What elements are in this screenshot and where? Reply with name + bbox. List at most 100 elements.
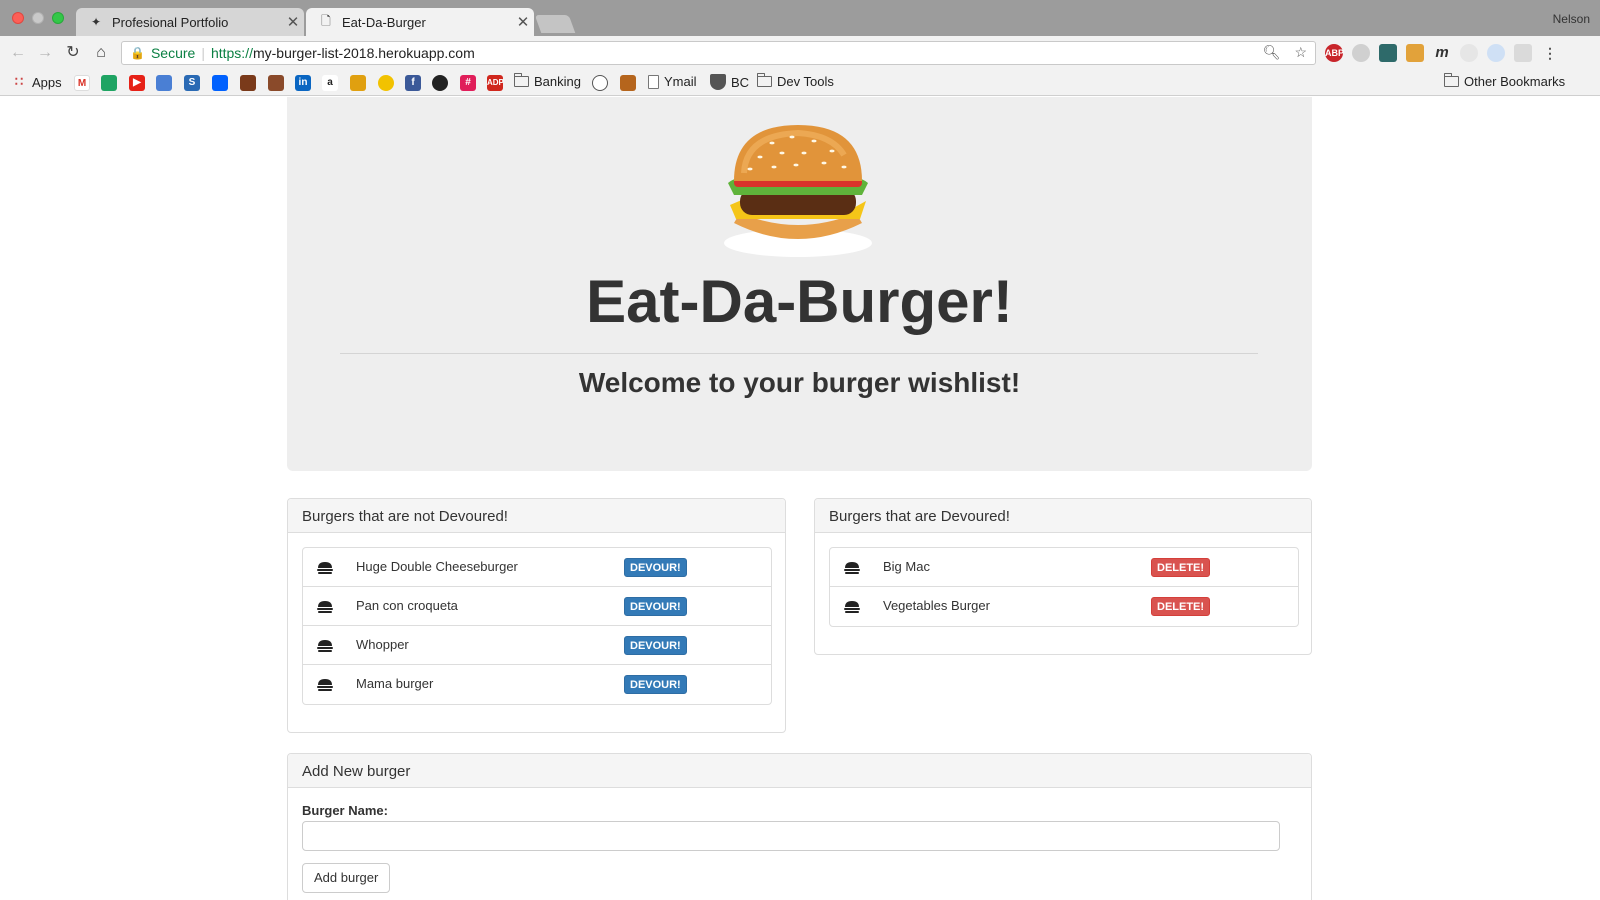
tab-title: Eat-Da-Burger — [342, 14, 426, 30]
list-item: Mama burger DEVOUR! — [303, 665, 771, 704]
bookmark-bc[interactable]: BC — [710, 74, 749, 90]
jumbotron: Eat-Da-Burger! Welcome to your burger wi… — [287, 97, 1312, 471]
burger-icon — [317, 639, 333, 657]
bookmark-icon[interactable] — [268, 75, 284, 91]
back-arrow-icon[interactable]: ← — [8, 43, 28, 63]
window-maximize-button[interactable] — [52, 12, 64, 24]
bookmark-label: Dev Tools — [777, 74, 834, 89]
devour-button[interactable]: DEVOUR! — [624, 675, 687, 694]
slack-icon[interactable]: # — [460, 75, 476, 91]
adp-icon[interactable]: ADP — [487, 75, 504, 91]
add-burger-panel: Add New burger Burger Name: Add burger — [287, 753, 1312, 900]
burger-name: Whopper — [356, 637, 409, 652]
tab-title: Profesional Portfolio — [112, 14, 229, 30]
bookmark-label: Apps — [32, 74, 62, 90]
bookmark-other-bookmarks[interactable]: Other Bookmarks — [1443, 73, 1565, 89]
window-minimize-button[interactable] — [32, 12, 44, 24]
bookmark-icon[interactable] — [378, 75, 394, 91]
devour-button[interactable]: DEVOUR! — [624, 558, 687, 577]
new-tab-button[interactable] — [534, 15, 576, 33]
extension-icon[interactable] — [1460, 44, 1478, 62]
panel-heading: Burgers that are Devoured! — [815, 499, 1311, 533]
address-separator: | — [201, 45, 205, 61]
speedometer-icon[interactable] — [592, 75, 608, 91]
google-drive-icon[interactable] — [101, 75, 117, 91]
folder-icon — [1443, 73, 1459, 87]
burger-icon — [844, 561, 860, 579]
secure-label: Secure — [150, 45, 196, 61]
dropbox-icon[interactable] — [212, 75, 228, 91]
gmail-icon[interactable]: M — [74, 75, 90, 91]
burger-name: Mama burger — [356, 676, 434, 691]
list-item: Big Mac DELETE! — [830, 548, 1298, 587]
burger-icon — [317, 600, 333, 618]
youtube-icon[interactable]: ▶ — [129, 75, 145, 91]
extension-m-icon[interactable]: m — [1433, 44, 1451, 62]
devour-button[interactable]: DEVOUR! — [624, 597, 687, 616]
burger-name-input[interactable] — [302, 821, 1280, 851]
devoured-panel: Burgers that are Devoured! Big Mac DELETE… — [814, 498, 1312, 655]
dropbox-extension-icon[interactable] — [1352, 44, 1370, 62]
apps-grid-icon: ∷ — [14, 74, 24, 89]
tab-eat-da-burger[interactable]: 🗋 Eat-Da-Burger ✕ — [306, 8, 534, 36]
bookmark-dev-tools[interactable]: Dev Tools — [756, 73, 834, 89]
list-item: Whopper DEVOUR! — [303, 626, 771, 665]
google-translate-icon[interactable] — [156, 75, 172, 91]
bookmark-icon[interactable] — [350, 75, 366, 91]
bookmark-label: Ymail — [664, 74, 697, 89]
browser-toolbar: ← → ↻ ⌂ 🔒 Secure | https:// my-burger-li… — [0, 36, 1600, 70]
extension-icon[interactable] — [1487, 44, 1505, 62]
list-item: Vegetables Burger DELETE! — [830, 587, 1298, 626]
devoured-list: Big Mac DELETE! Vegetables Burger DELETE! — [829, 547, 1299, 627]
tab-profesional-portfolio[interactable]: ✦ Profesional Portfolio ✕ — [76, 8, 304, 36]
window-close-button[interactable] — [12, 12, 24, 24]
tab-close-icon[interactable]: ✕ — [512, 13, 534, 31]
portfolio-favicon-icon: ✦ — [90, 15, 102, 29]
reload-icon[interactable]: ↻ — [63, 43, 83, 63]
url-protocol: https:// — [210, 45, 253, 61]
burger-name: Pan con croqueta — [356, 598, 458, 613]
burger-name: Big Mac — [883, 559, 930, 574]
burger-name: Huge Double Cheeseburger — [356, 559, 518, 574]
adblock-plus-icon[interactable]: ABP — [1325, 44, 1344, 62]
extension-icon[interactable] — [1406, 44, 1424, 62]
bookmark-icon[interactable] — [240, 75, 256, 91]
bookmark-banking[interactable]: Banking — [513, 73, 581, 89]
delete-button[interactable]: DELETE! — [1151, 558, 1211, 577]
burger-name-label: Burger Name: — [302, 803, 388, 818]
page-title: Eat-Da-Burger! — [586, 268, 1013, 335]
devour-button[interactable]: DEVOUR! — [624, 636, 687, 655]
forward-arrow-icon[interactable]: → — [35, 43, 55, 63]
tab-close-icon[interactable]: ✕ — [282, 13, 304, 31]
home-icon[interactable]: ⌂ — [91, 43, 111, 63]
add-burger-button[interactable]: Add burger — [302, 863, 391, 893]
bookmark-ymail[interactable]: Ymail — [648, 74, 697, 89]
page-subtitle: Welcome to your burger wishlist! — [578, 367, 1021, 398]
not-devoured-list: Huge Double Cheeseburger DEVOUR! Pan con c… — [302, 547, 772, 705]
page-icon — [648, 74, 659, 89]
extension-icon[interactable] — [1514, 44, 1532, 62]
github-icon[interactable] — [432, 75, 448, 91]
not-devoured-panel: Burgers that are not Devoured! Huge Doub… — [287, 498, 786, 733]
menu-kebab-icon[interactable]: ⋮ — [1541, 44, 1559, 62]
browser-tab-bar: ✦ Profesional Portfolio ✕ 🗋 Eat-Da-Burge… — [0, 0, 1600, 36]
facebook-icon[interactable]: f — [405, 75, 421, 91]
delete-button[interactable]: DELETE! — [1151, 597, 1211, 616]
zoom-icon[interactable]: 🔍︎ — [1263, 44, 1281, 60]
bookmark-label: Banking — [534, 74, 581, 89]
amazon-icon[interactable]: a — [322, 75, 338, 91]
star-icon[interactable]: ☆ — [1294, 44, 1307, 60]
profile-name[interactable]: Nelson — [1553, 12, 1590, 26]
burger-icon — [844, 600, 860, 618]
bookmark-icon[interactable] — [620, 75, 636, 91]
bookmark-s-icon[interactable]: S — [184, 75, 200, 91]
document-icon: 🗋 — [321, 13, 331, 28]
bookmark-apps[interactable]: ∷ Apps — [11, 74, 62, 90]
page-content: Eat-Da-Burger! Welcome to your burger wi… — [0, 97, 1600, 900]
extension-icons: ABP m ⋮ — [1325, 44, 1559, 62]
divider — [340, 353, 1258, 354]
address-bar[interactable]: 🔒 Secure | https:// my-burger-list-2018.… — [121, 41, 1316, 65]
extension-icon[interactable] — [1379, 44, 1397, 62]
linkedin-icon[interactable]: in — [295, 75, 311, 91]
burger-name: Vegetables Burger — [883, 598, 990, 613]
